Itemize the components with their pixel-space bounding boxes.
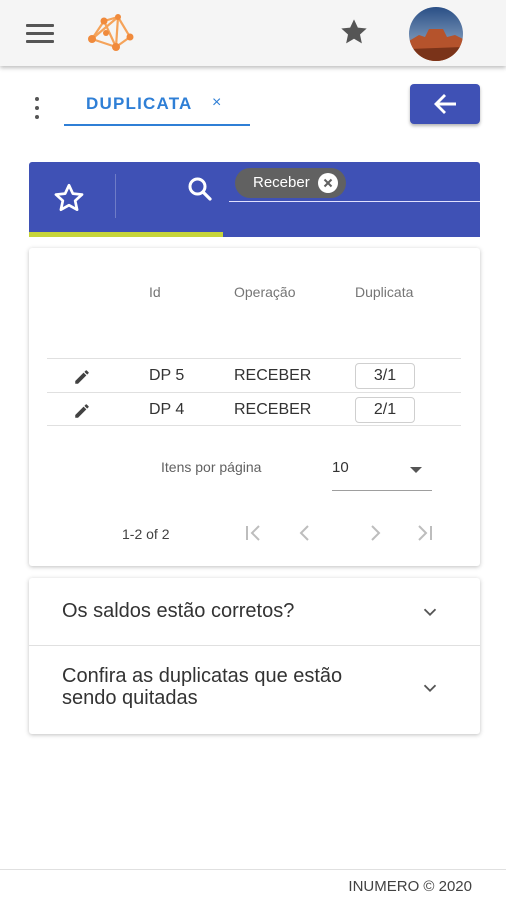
cell-duplicata: 3/1 [355, 363, 415, 389]
cell-duplicata: 2/1 [355, 397, 415, 423]
star-icon[interactable] [338, 16, 370, 48]
items-per-page-value: 10 [332, 459, 349, 476]
hamburger-menu-icon[interactable] [26, 22, 54, 44]
chip-remove-icon[interactable] [317, 173, 338, 193]
cell-operacao: RECEBER [234, 401, 312, 418]
tab-label: DUPLICATA [86, 94, 193, 113]
back-button[interactable] [410, 84, 480, 124]
pagination-range: 1-2 of 2 [122, 526, 170, 542]
table-row[interactable]: DP 5 RECEBER 3/1 [47, 358, 461, 392]
search-icon[interactable] [185, 174, 215, 204]
table-row[interactable]: DP 4 RECEBER 2/1 [47, 392, 461, 426]
column-header-duplicata[interactable]: Duplicata [355, 284, 413, 300]
items-per-page-select[interactable]: 10 [332, 451, 432, 491]
edit-pencil-icon[interactable] [73, 402, 91, 420]
chevron-down-icon [423, 608, 437, 617]
filter-divider [115, 174, 116, 218]
footer-copyright: INUMERO © 2020 [348, 878, 472, 895]
network-logo-icon[interactable] [82, 11, 136, 55]
accordion-item-duplicatas[interactable]: Confira as duplicatas que estão sendo qu… [29, 646, 480, 734]
accordion-item-saldos[interactable]: Os saldos estão corretos? [29, 578, 480, 646]
footer: INUMERO © 2020 [0, 869, 506, 900]
items-per-page-label: Itens por página [161, 459, 262, 475]
column-header-operacao[interactable]: Operação [234, 284, 295, 300]
accordion-title-line-2: sendo quitadas [62, 687, 198, 709]
top-app-bar [0, 0, 506, 66]
user-avatar[interactable] [409, 7, 463, 61]
filter-chip-label: Receber [253, 174, 310, 191]
filter-progress-bar [29, 232, 223, 237]
search-input[interactable] [229, 202, 480, 228]
tab-duplicata[interactable]: DUPLICATA × [64, 88, 250, 126]
column-header-id[interactable]: Id [149, 284, 161, 300]
next-page-icon[interactable] [361, 518, 389, 548]
help-accordion: Os saldos estão corretos? Confira as dup… [29, 578, 480, 734]
cell-id: DP 4 [149, 401, 185, 418]
accordion-title-line-1: Confira as duplicatas que estão [62, 665, 343, 687]
cell-id: DP 5 [149, 367, 185, 384]
filter-chip-receber[interactable]: Receber [235, 168, 346, 198]
first-page-icon[interactable] [239, 518, 267, 548]
more-options-icon[interactable] [30, 96, 44, 122]
accordion-title: Os saldos estão corretos? [62, 600, 295, 622]
chevron-down-icon [423, 684, 437, 693]
previous-page-icon[interactable] [291, 518, 319, 548]
cell-operacao: RECEBER [234, 367, 312, 384]
edit-pencil-icon[interactable] [73, 368, 91, 386]
arrow-left-icon [434, 94, 456, 114]
last-page-icon[interactable] [411, 518, 439, 548]
filter-bar: Receber [29, 162, 480, 237]
tab-close-icon[interactable]: × [212, 94, 221, 112]
duplicata-table-card: Id Operação Duplicata DP 5 RECEBER 3/1 D… [29, 248, 480, 566]
dropdown-caret-icon [410, 467, 422, 473]
favorite-filter-star-icon[interactable] [51, 180, 87, 216]
